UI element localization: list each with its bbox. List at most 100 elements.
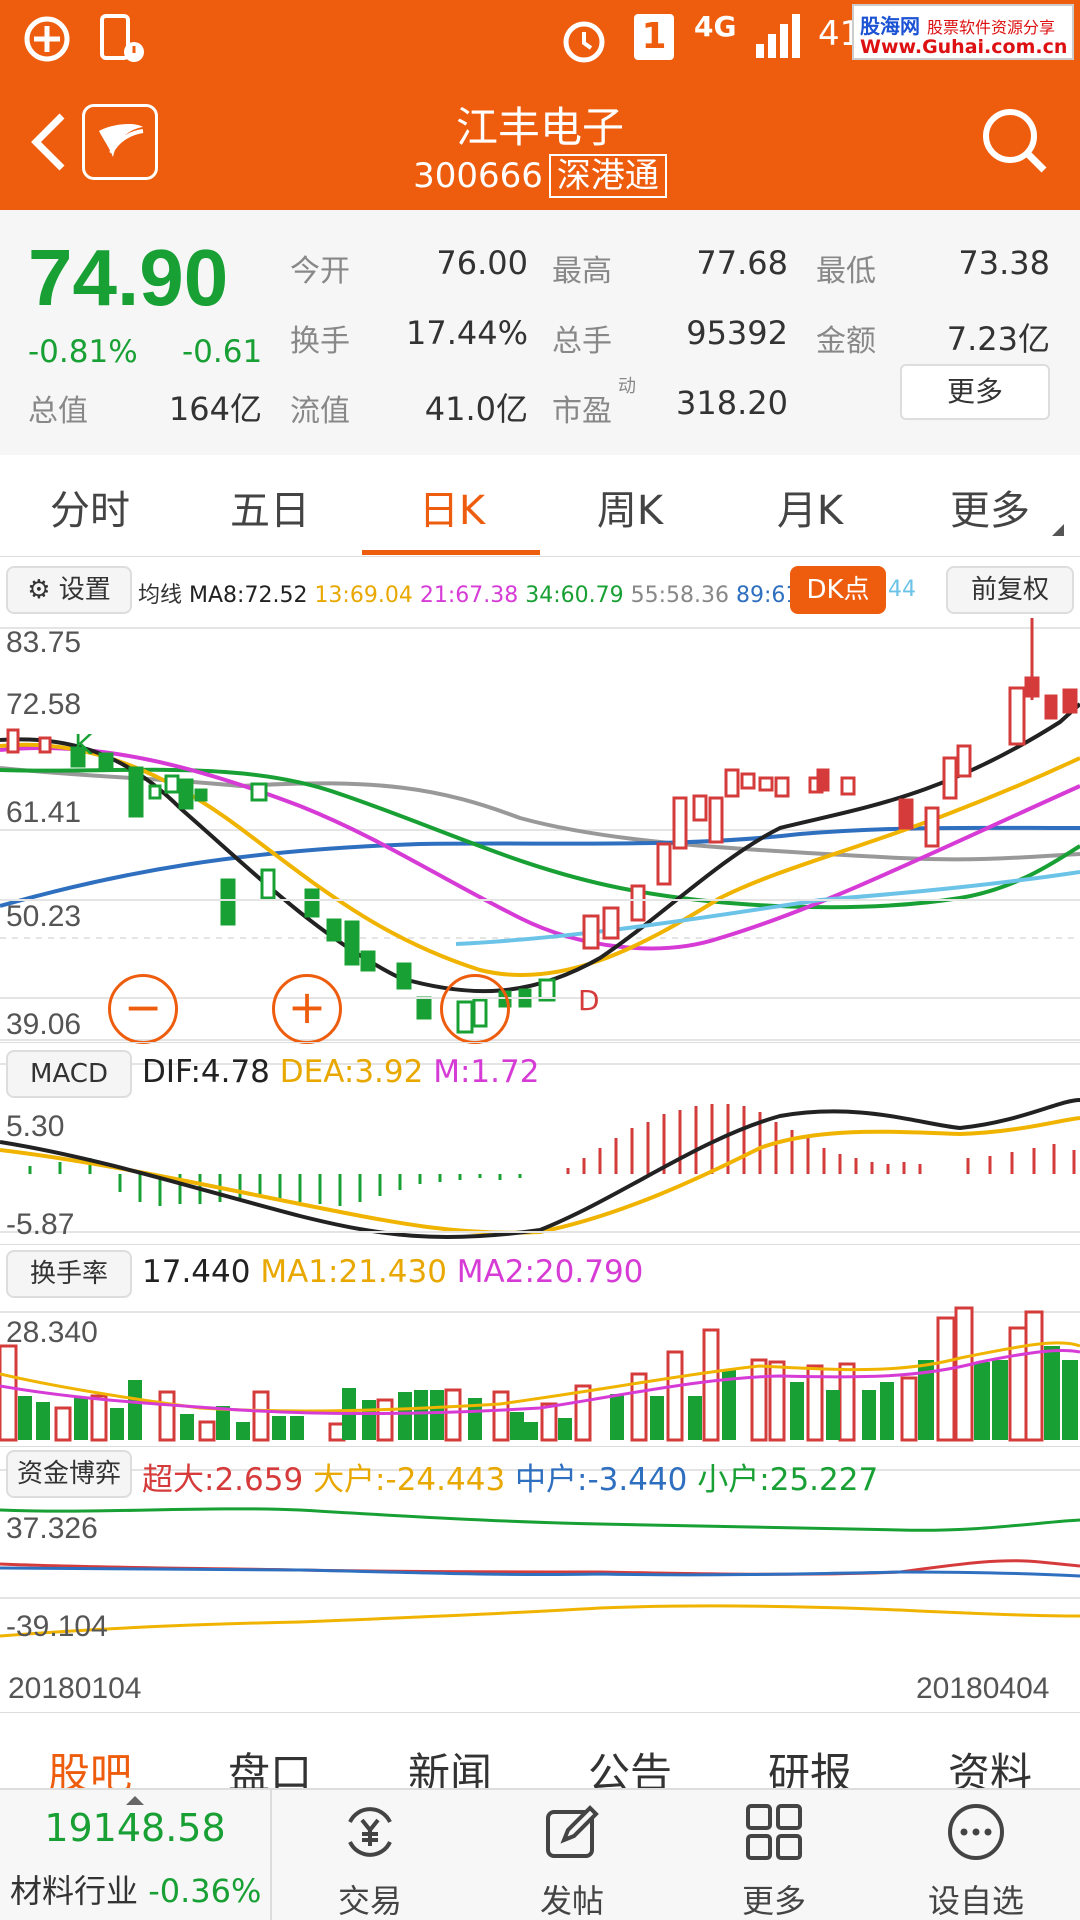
capital-values: 超大:2.659 大户:-24.443 中户:-3.440 小户:25.227 <box>142 1454 878 1499</box>
index-change: -0.36% <box>148 1872 262 1910</box>
index-name: 材料行业 <box>10 1872 139 1910</box>
crosshair-handle[interactable] <box>440 974 510 1044</box>
connect-tag: 深港通 <box>548 154 667 198</box>
index-value[interactable]: 19148.58 <box>0 1806 270 1850</box>
yen-exchange-icon <box>348 1807 392 1857</box>
nav-post-label: 发帖 <box>539 1882 604 1920</box>
turnover-value: 17.44% <box>405 314 528 352</box>
low-label: 最低 <box>816 254 876 289</box>
kline-y-top: 83.75 <box>6 626 82 659</box>
nav-more-label: 更多 <box>741 1882 806 1920</box>
phone-alert-icon <box>96 12 146 74</box>
d-marker: D <box>578 984 600 1017</box>
capital-y-bottom: -39.104 <box>6 1610 108 1643</box>
kline-y-bottom: 39.06 <box>6 1008 82 1041</box>
ma55-line <box>0 766 1080 862</box>
capital-small-line <box>0 1507 1080 1532</box>
tab-active-underline <box>362 550 540 555</box>
open-value: 76.00 <box>436 244 528 282</box>
watermark: 股海网 股票软件资源分享 Www.Guhai.com.cn <box>852 4 1074 60</box>
macd-y-bottom: -5.87 <box>6 1208 75 1241</box>
turnover-ma2: MA2:20.790 <box>456 1254 644 1290</box>
expand-caret-icon[interactable] <box>126 1796 144 1805</box>
total-value: 164亿 <box>168 390 262 428</box>
turnover-indicator-button[interactable]: 换手率 <box>6 1250 132 1298</box>
macd-dea-line <box>0 1116 1080 1235</box>
high-value: 77.68 <box>696 244 788 282</box>
date-start: 20180104 <box>8 1672 142 1705</box>
float-label: 流值 <box>290 394 350 429</box>
settings-label: 设置 <box>58 575 111 605</box>
tab-intraday[interactable]: 分时 <box>0 478 180 536</box>
candle-up <box>582 914 600 950</box>
turnover-ma1: MA1:21.430 <box>260 1254 447 1290</box>
capital-small: 小户:25.227 <box>697 1462 879 1498</box>
amount-label: 金额 <box>816 324 876 359</box>
low-value: 73.38 <box>958 244 1050 282</box>
capital-super: 超大:2.659 <box>142 1462 304 1498</box>
tab-daily-k[interactable]: 日K <box>362 478 542 536</box>
macd-dif-line <box>0 1098 1080 1239</box>
more-dots-icon <box>948 1804 1004 1860</box>
turnover-y-top: 28.340 <box>6 1316 98 1349</box>
watermark-brand: 股海网 <box>860 14 920 38</box>
kline-y-3: 61.41 <box>6 796 82 829</box>
ma-more-value: 44 <box>888 577 916 602</box>
ma-line: 均线 MA8:72.52 13:69.04 21:67.38 34:60.79 … <box>138 577 820 609</box>
date-end: 20180404 <box>916 1672 1050 1705</box>
pe-sup: 动 <box>618 376 636 397</box>
turnover-label: 换手 <box>290 324 350 359</box>
ma8-value: MA8:72.52 <box>189 583 308 608</box>
quote-more-button[interactable]: 更多 <box>900 364 1050 420</box>
watermark-slogan: 股票软件资源分享 <box>926 18 1055 37</box>
nav-watchlist[interactable]: 设自选 <box>896 1800 1056 1920</box>
alarm-icon <box>558 12 610 74</box>
zoom-out-button[interactable]: − <box>108 974 178 1044</box>
amount-value: 7.23亿 <box>946 320 1050 358</box>
search-button[interactable] <box>978 104 1050 180</box>
ma21-value: 21:67.38 <box>419 583 519 608</box>
ma-label: 均线 <box>138 583 183 608</box>
nav-more[interactable]: 更多 <box>694 1800 854 1920</box>
nav-post[interactable]: 发帖 <box>492 1800 652 1920</box>
tab-five-day[interactable]: 五日 <box>180 478 360 536</box>
tab-monthly-k[interactable]: 月K <box>720 478 900 536</box>
change-amount: -0.61 <box>182 334 263 370</box>
tab-weekly-k[interactable]: 周K <box>540 478 720 536</box>
divider <box>270 1790 272 1920</box>
adjust-button[interactable]: 前复权 <box>946 566 1074 614</box>
capital-indicator-button[interactable]: 资金博弈 <box>6 1450 132 1498</box>
macd-values: DIF:4.78 DEA:3.92 M:1.72 <box>142 1054 539 1090</box>
dk-point-button[interactable]: DK点 <box>790 566 886 614</box>
zoom-in-button[interactable]: + <box>272 974 342 1044</box>
network-label: 4G <box>694 10 737 43</box>
stock-code: 300666 <box>413 156 543 196</box>
ma8-line <box>0 702 1080 994</box>
divider <box>0 1042 1080 1043</box>
k-marker: K <box>74 728 93 761</box>
high-label: 最高 <box>552 254 612 289</box>
last-price: 74.90 <box>28 233 229 322</box>
capital-y-top: 37.326 <box>6 1512 98 1545</box>
volume-value: 95392 <box>686 314 788 352</box>
capital-big-line <box>0 1604 1080 1638</box>
nav-watchlist-label: 设自选 <box>927 1882 1024 1920</box>
turnover-rate-value: 17.440 <box>142 1254 251 1290</box>
macd-y-top: 5.30 <box>6 1110 65 1143</box>
kline-y-2: 72.58 <box>6 688 82 721</box>
nav-trade[interactable]: 交易 <box>290 1800 450 1920</box>
stock-name: 江丰电子 <box>455 103 624 152</box>
settings-button[interactable]: ⚙ 设置 <box>6 566 132 614</box>
total-value-label: 总值 <box>28 394 88 429</box>
edit-icon <box>546 1805 599 1858</box>
divider <box>0 556 1080 557</box>
capital-big: 大户:-24.443 <box>313 1462 506 1498</box>
grid-icon <box>746 1804 802 1860</box>
chart-area <box>0 618 1080 1638</box>
capital-mid: 中户:-3.440 <box>515 1462 688 1498</box>
ma55-value: 55:58.36 <box>630 583 729 608</box>
macd-indicator-button[interactable]: MACD <box>6 1050 132 1098</box>
index-line[interactable]: 材料行业 -0.36% <box>10 1866 261 1912</box>
divider <box>0 1446 1080 1447</box>
ma34-value: 34:60.79 <box>525 583 624 608</box>
